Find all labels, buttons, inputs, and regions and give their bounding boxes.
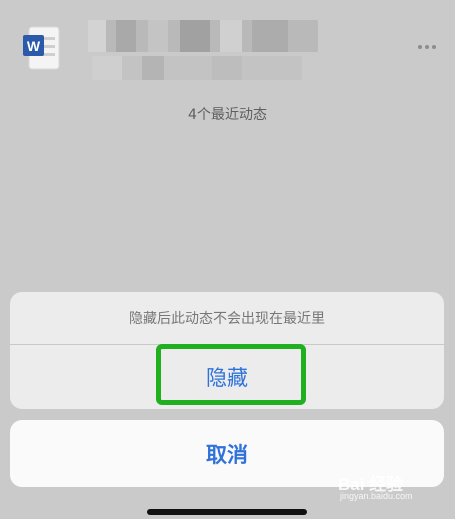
recent-activity-count: 4个最近动态 xyxy=(188,107,267,123)
word-document-icon: W xyxy=(23,26,60,70)
file-detail-redacted xyxy=(92,56,302,80)
watermark-url: jingyan.baidu.com xyxy=(340,491,413,501)
home-indicator[interactable] xyxy=(147,509,307,515)
cancel-button[interactable]: 取消 xyxy=(10,420,444,487)
recent-file-row[interactable]: W xyxy=(0,0,455,90)
more-horizontal-icon[interactable] xyxy=(412,40,442,54)
action-sheet-message: 隐藏后此动态不会出现在最近里 xyxy=(129,311,325,327)
highlight-box xyxy=(156,344,306,405)
app-screen: W 4个最近动态 隐藏后此动态不会出现在最近里 隐藏 取消 Bai 经验 jin… xyxy=(0,0,455,519)
file-name-redacted xyxy=(88,20,318,52)
word-icon-letter: W xyxy=(27,38,41,54)
